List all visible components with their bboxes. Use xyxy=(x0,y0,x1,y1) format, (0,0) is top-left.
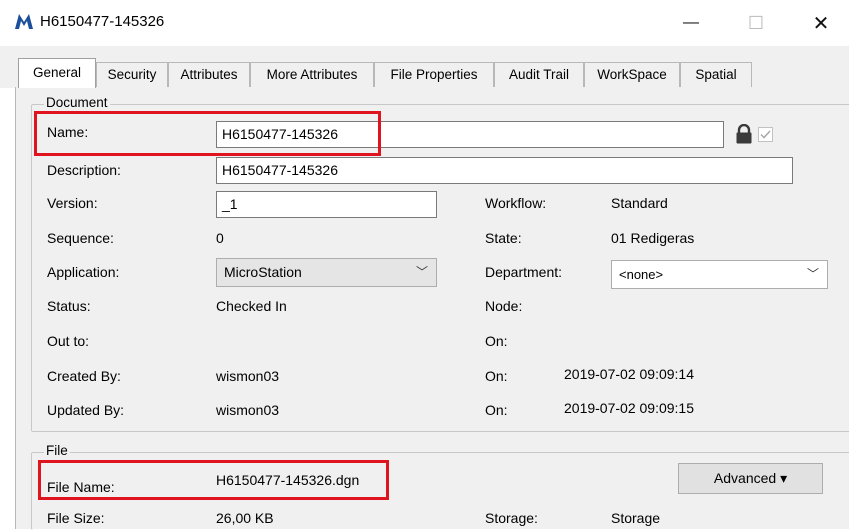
updated-by-value: wismon03 xyxy=(216,402,280,418)
checkbox[interactable] xyxy=(758,127,773,142)
tab-general[interactable]: General xyxy=(18,58,96,88)
department-label: Department: xyxy=(485,264,563,280)
updated-by-label: Updated By: xyxy=(47,402,125,418)
tab-security[interactable]: Security xyxy=(96,62,168,87)
advanced-button[interactable]: Advanced ▾ xyxy=(678,463,823,494)
version-label: Version: xyxy=(47,195,98,211)
window-title: H6150477-145326 xyxy=(40,13,165,30)
file-size-value: 26,00 KB xyxy=(216,510,274,526)
updated-on-label: On: xyxy=(485,402,508,418)
workflow-value: Standard xyxy=(611,195,668,211)
created-by-value: wismon03 xyxy=(216,368,280,384)
updated-on-value: 2019-07-02 09:09:15 xyxy=(564,400,694,416)
version-field[interactable]: _1 xyxy=(216,191,437,218)
created-by-label: Created By: xyxy=(47,368,121,384)
tab-file-properties[interactable]: File Properties xyxy=(374,62,494,87)
chevron-down-icon: ﹀ xyxy=(415,265,428,279)
tab-spatial[interactable]: Spatial xyxy=(680,62,752,87)
chevron-down-icon: ﹀ xyxy=(806,267,819,281)
status-value: Checked In xyxy=(216,298,287,314)
document-group-title: Document xyxy=(44,95,110,110)
description-label: Description: xyxy=(47,162,121,178)
minimize-button[interactable]: — xyxy=(668,0,714,46)
application-label: Application: xyxy=(47,264,120,280)
lock-icon[interactable] xyxy=(735,124,753,144)
sequence-label: Sequence: xyxy=(47,230,114,246)
close-button[interactable]: ✕ xyxy=(798,0,844,46)
description-field[interactable]: H6150477-145326 xyxy=(216,157,793,184)
storage-value: Storage xyxy=(611,510,661,526)
workflow-label: Workflow: xyxy=(485,195,547,211)
out-on-label: On: xyxy=(485,333,508,349)
status-label: Status: xyxy=(47,298,91,314)
file-name-highlight xyxy=(38,460,389,500)
storage-label: Storage: xyxy=(485,510,538,526)
application-value: MicroStation xyxy=(224,264,302,280)
name-highlight xyxy=(34,111,381,156)
department-value: <none> xyxy=(619,267,664,282)
department-select[interactable]: <none> ﹀ xyxy=(611,260,828,289)
tab-audit-trail[interactable]: Audit Trail xyxy=(494,62,584,87)
tab-more-attributes[interactable]: More Attributes xyxy=(250,62,374,87)
application-select[interactable]: MicroStation ﹀ xyxy=(216,258,437,287)
file-size-label: File Size: xyxy=(47,510,105,526)
maximize-button[interactable]: ☐ xyxy=(733,0,779,46)
state-label: State: xyxy=(485,230,522,246)
file-group-title: File xyxy=(44,443,70,458)
tab-workspace[interactable]: WorkSpace xyxy=(584,62,680,87)
out-to-label: Out to: xyxy=(47,333,90,349)
app-logo-icon xyxy=(15,14,33,29)
created-on-label: On: xyxy=(485,368,508,384)
state-value: 01 Redigeras xyxy=(611,230,695,246)
node-label: Node: xyxy=(485,298,523,314)
tab-attributes[interactable]: Attributes xyxy=(168,62,250,87)
created-on-value: 2019-07-02 09:09:14 xyxy=(564,366,694,382)
sequence-value: 0 xyxy=(216,230,224,246)
